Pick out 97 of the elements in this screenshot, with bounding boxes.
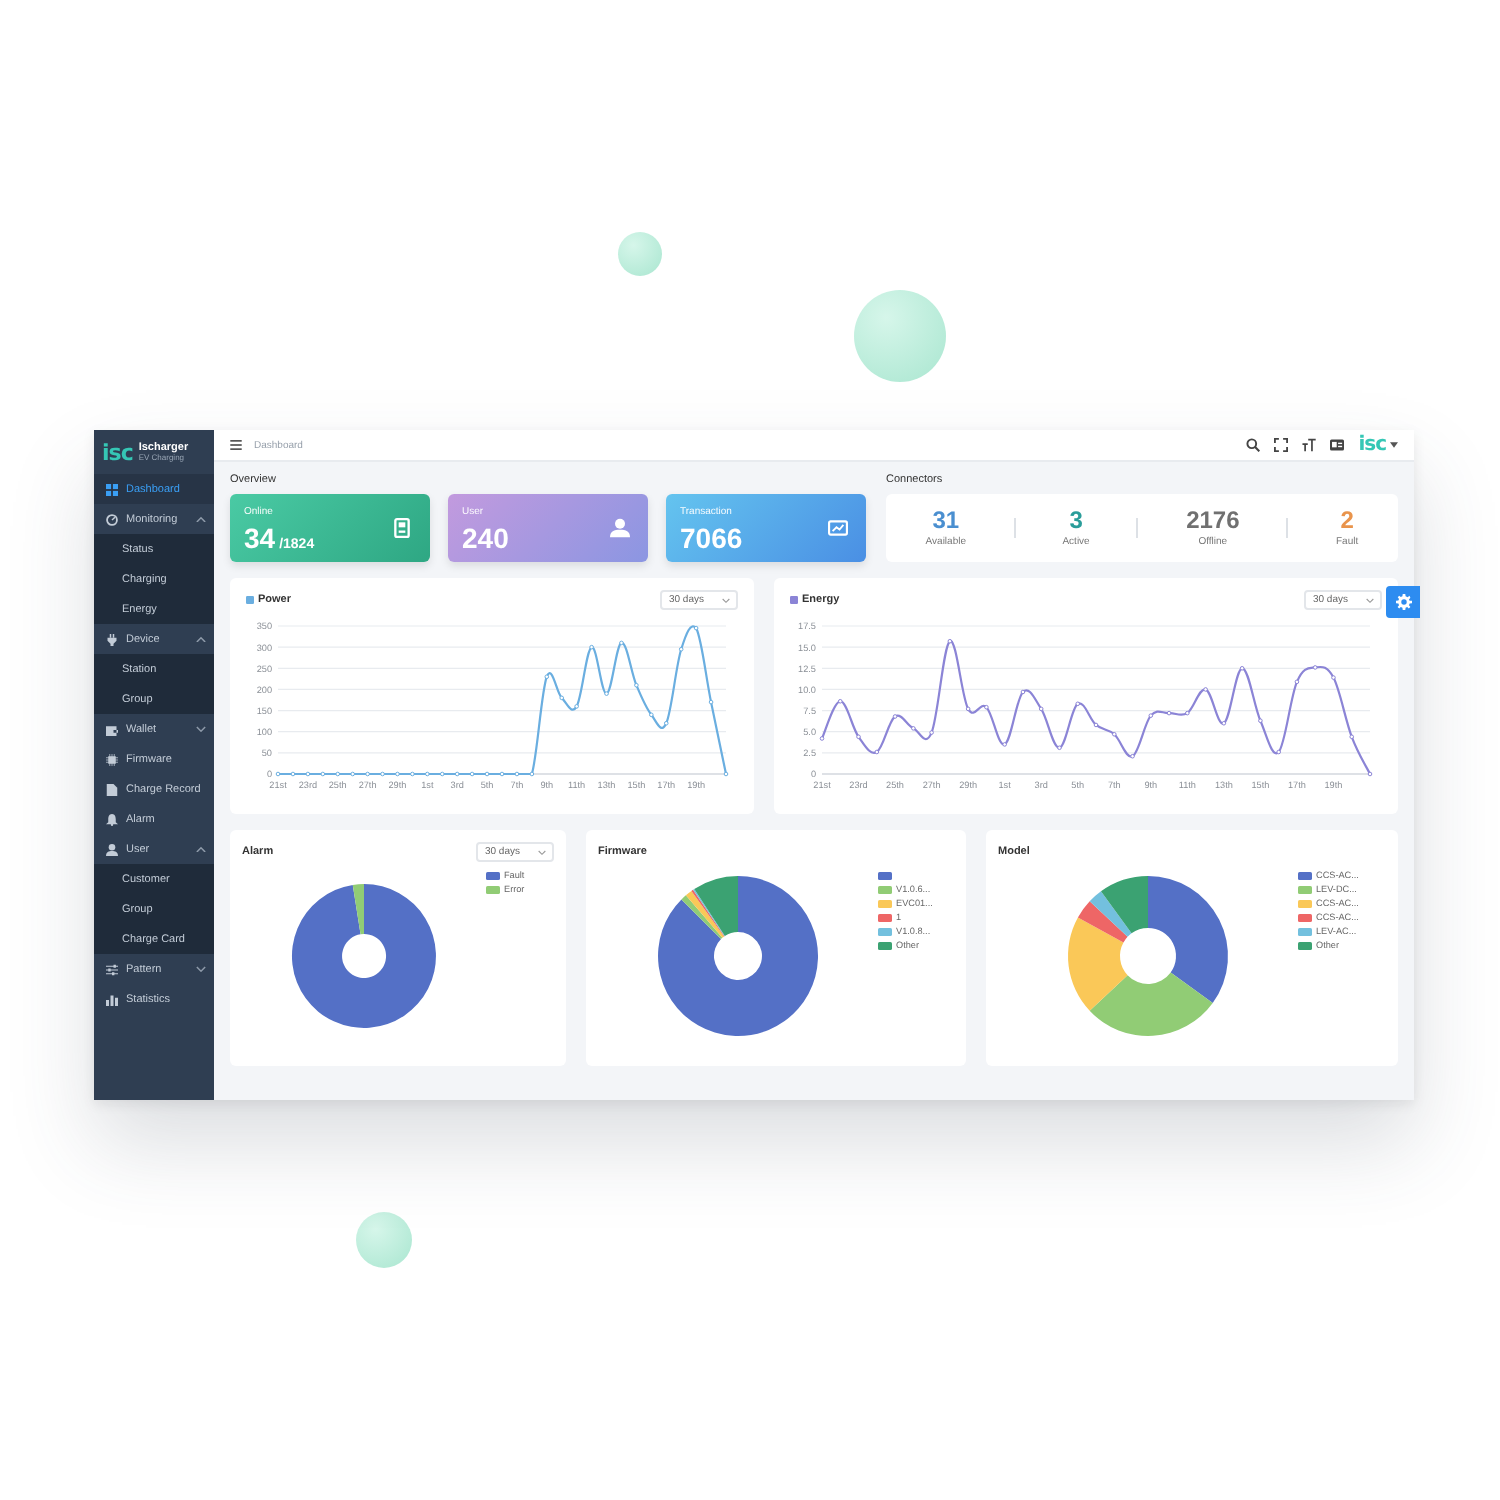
data-point <box>1312 665 1318 670</box>
data-point <box>1203 687 1208 692</box>
data-point <box>1130 753 1135 759</box>
data-point <box>335 771 341 777</box>
data-point <box>1258 718 1263 723</box>
data-point <box>574 704 579 709</box>
fullscreen-icon[interactable] <box>1274 438 1289 452</box>
data-point <box>856 734 861 740</box>
caret-icon <box>722 597 730 603</box>
bar-chart-icon <box>106 993 118 1005</box>
connector-count: 2176 <box>1186 508 1240 532</box>
gear-icon <box>1395 594 1411 610</box>
settings-button[interactable] <box>1386 586 1420 618</box>
data-point <box>1020 689 1026 695</box>
sliders-icon <box>106 963 118 975</box>
data-point <box>723 771 729 777</box>
data-point <box>1002 742 1007 747</box>
data-point <box>484 771 490 777</box>
user-icon <box>610 518 630 538</box>
data-point <box>589 644 594 650</box>
data-point <box>708 699 714 705</box>
data-point <box>819 736 825 741</box>
data-point <box>678 646 684 652</box>
data-point <box>469 771 475 777</box>
data-point <box>604 691 609 696</box>
data-point <box>365 771 370 777</box>
data-point <box>380 771 385 777</box>
data-point <box>1331 675 1336 680</box>
data-point <box>634 682 639 688</box>
data-point <box>1038 706 1044 712</box>
data-point <box>275 771 281 777</box>
data-point <box>619 640 624 646</box>
data-point <box>410 771 415 777</box>
data-point <box>693 625 699 631</box>
data-point <box>454 771 460 777</box>
stat-value: 34 <box>244 523 276 551</box>
logo-mark: isc <box>102 441 133 463</box>
data-point <box>544 674 550 680</box>
connector-count: 31 <box>932 508 960 532</box>
bubble <box>356 1212 412 1268</box>
stat-value: 7066 <box>680 523 743 551</box>
data-point <box>1239 666 1245 671</box>
data-point <box>1166 710 1172 716</box>
caret-icon <box>1366 597 1374 603</box>
data-point <box>395 771 400 777</box>
data-point <box>290 771 296 777</box>
id-card-icon[interactable] <box>1330 438 1345 452</box>
data-point <box>874 749 880 755</box>
bubble <box>618 232 662 276</box>
data-point <box>320 771 326 777</box>
wallet-icon <box>106 723 118 735</box>
charger-icon <box>392 518 412 538</box>
data-point <box>1276 749 1281 755</box>
data-point <box>1349 734 1355 740</box>
bubble <box>854 290 946 382</box>
data-point <box>529 771 535 777</box>
data-point <box>965 706 971 712</box>
data-point <box>1185 710 1190 716</box>
data-point <box>559 695 565 701</box>
data-point <box>499 771 505 777</box>
connector-count: 2 <box>1340 508 1354 532</box>
data-point <box>892 714 898 719</box>
data-point <box>837 698 843 704</box>
stat-value: 240 <box>462 523 509 551</box>
menu-icon[interactable] <box>230 440 242 450</box>
connector-count: 3 <box>1069 508 1083 532</box>
chart-card-icon <box>828 518 848 538</box>
data-point <box>439 771 445 777</box>
data-point <box>350 771 355 777</box>
data-point <box>1148 713 1154 718</box>
data-point <box>663 720 669 726</box>
text-size-icon[interactable] <box>1302 438 1317 452</box>
bell-icon <box>106 813 118 825</box>
data-point <box>1093 722 1099 728</box>
data-point <box>514 771 520 777</box>
data-point <box>1057 745 1062 751</box>
data-point <box>984 704 989 710</box>
caret-icon <box>538 849 546 855</box>
data-point <box>1111 731 1117 737</box>
data-point <box>649 712 654 718</box>
caret-icon[interactable] <box>1390 442 1398 448</box>
chip-icon <box>106 753 118 765</box>
grid-icon <box>106 483 118 495</box>
user-icon <box>106 843 118 855</box>
data-point <box>911 726 916 731</box>
data-point <box>929 730 934 735</box>
plug-icon <box>106 633 118 645</box>
gauge-icon <box>106 513 118 525</box>
data-point <box>1075 701 1081 707</box>
data-point <box>305 771 311 777</box>
data-point <box>425 771 430 777</box>
data-point <box>947 638 953 644</box>
data-point <box>1294 679 1300 685</box>
data-point <box>1367 771 1373 777</box>
document-icon <box>106 783 118 795</box>
data-point <box>1221 720 1227 726</box>
search-icon[interactable] <box>1246 438 1261 452</box>
